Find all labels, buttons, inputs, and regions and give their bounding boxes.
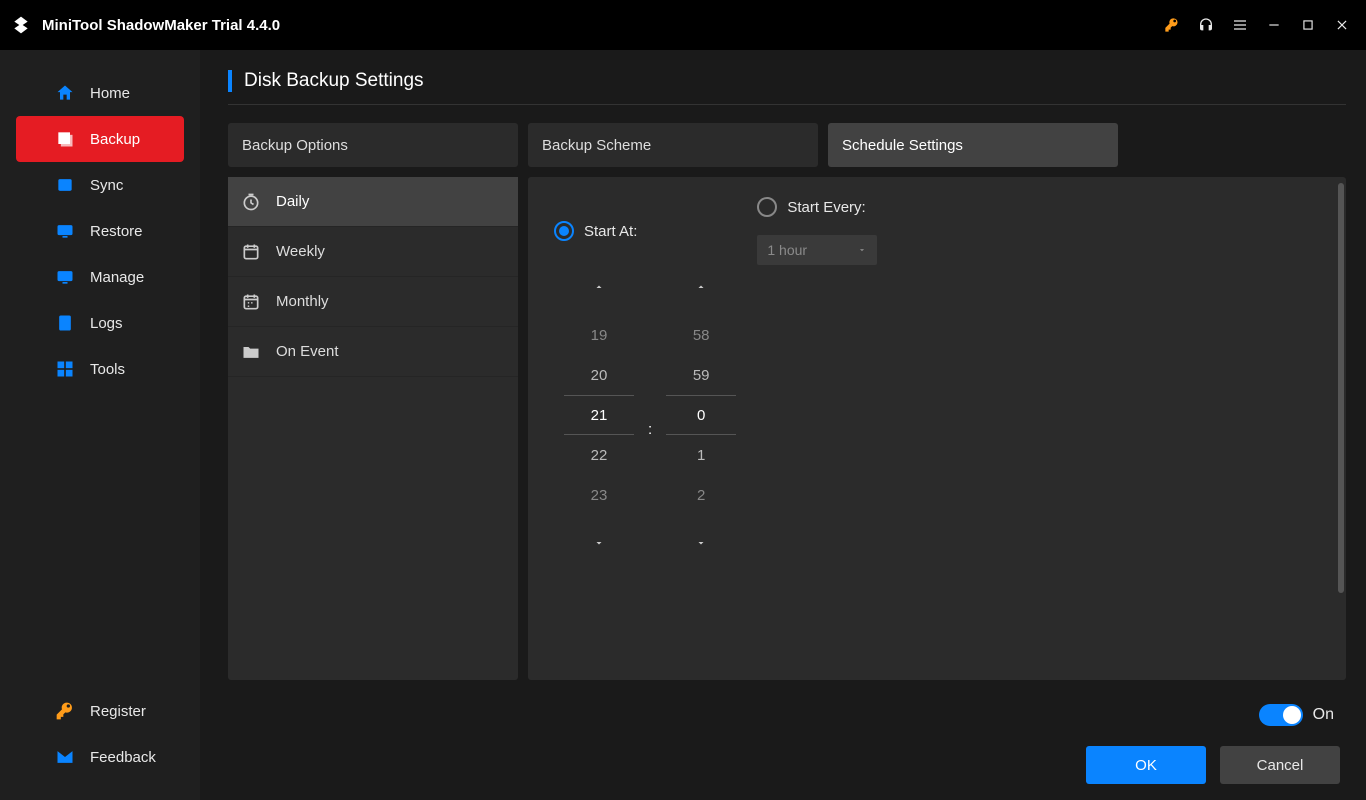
radio-icon (757, 197, 777, 217)
minute-option[interactable]: 59 (693, 355, 710, 395)
sidebar-item-label: Home (90, 85, 130, 102)
freq-on-event[interactable]: On Event (228, 327, 518, 377)
minute-spinner[interactable]: 58 59 0 1 2 (656, 275, 746, 555)
chevron-down-icon[interactable] (554, 531, 644, 555)
title-accent-bar (228, 70, 232, 92)
chevron-down-icon[interactable] (656, 531, 746, 555)
hour-option[interactable]: 19 (591, 315, 608, 355)
tab-backup-options[interactable]: Backup Options (228, 123, 518, 167)
freq-label: Monthly (276, 293, 329, 310)
sidebar-item-label: Logs (90, 315, 123, 332)
sidebar-item-label: Register (90, 703, 146, 720)
chevron-up-icon[interactable] (554, 275, 644, 299)
hour-selected[interactable]: 21 (564, 395, 634, 435)
close-button[interactable] (1328, 11, 1356, 39)
tools-icon (54, 358, 76, 380)
radio-start-at[interactable]: Start At: (554, 221, 637, 241)
sidebar-item-tools[interactable]: Tools (16, 346, 184, 392)
chevron-up-icon[interactable] (656, 275, 746, 299)
maximize-button[interactable] (1294, 11, 1322, 39)
calendar-week-icon (240, 241, 262, 263)
sync-icon (54, 174, 76, 196)
time-colon: : (644, 421, 656, 438)
menu-icon[interactable] (1226, 11, 1254, 39)
sidebar-item-label: Manage (90, 269, 144, 286)
toggle-label: On (1313, 706, 1334, 724)
sidebar-item-logs[interactable]: Logs (16, 300, 184, 346)
minute-option[interactable]: 58 (693, 315, 710, 355)
app-title: MiniTool ShadowMaker Trial 4.4.0 (42, 17, 280, 34)
key-icon (54, 700, 76, 722)
minute-option[interactable]: 2 (697, 475, 705, 515)
hour-option[interactable]: 20 (591, 355, 608, 395)
sidebar-item-home[interactable]: Home (16, 70, 184, 116)
sidebar-item-label: Backup (90, 131, 140, 148)
sidebar-item-register[interactable]: Register (16, 688, 184, 734)
sidebar-item-label: Feedback (90, 749, 156, 766)
schedule-toggle[interactable] (1259, 704, 1303, 726)
logs-icon (54, 312, 76, 334)
sidebar-item-manage[interactable]: Manage (16, 254, 184, 300)
start-every-select: 1 hour (757, 235, 877, 265)
minimize-button[interactable] (1260, 11, 1288, 39)
sidebar-item-label: Tools (90, 361, 125, 378)
freq-daily[interactable]: Daily (228, 177, 518, 227)
chevron-down-icon (857, 245, 867, 255)
hour-spinner[interactable]: 19 20 21 22 23 (554, 275, 644, 555)
restore-icon (54, 220, 76, 242)
time-spinner: 19 20 21 22 23 : 58 (554, 275, 1320, 555)
support-icon[interactable] (1192, 11, 1220, 39)
radio-icon (554, 221, 574, 241)
sidebar-item-label: Sync (90, 177, 123, 194)
titlebar: MiniTool ShadowMaker Trial 4.4.0 (0, 0, 1366, 50)
page-title-wrap: Disk Backup Settings (228, 70, 1346, 105)
cancel-button[interactable]: Cancel (1220, 746, 1340, 784)
mail-icon (54, 746, 76, 768)
tab-schedule-settings[interactable]: Schedule Settings (828, 123, 1118, 167)
sidebar-item-feedback[interactable]: Feedback (16, 734, 184, 780)
sidebar-item-label: Restore (90, 223, 143, 240)
settings-tabs: Backup Options Backup Scheme Schedule Se… (228, 123, 1346, 167)
radio-label: Start At: (584, 223, 637, 240)
backup-icon (54, 128, 76, 150)
manage-icon (54, 266, 76, 288)
content-area: Disk Backup Settings Backup Options Back… (200, 50, 1366, 800)
button-row: OK Cancel (228, 740, 1346, 790)
sidebar-item-sync[interactable]: Sync (16, 162, 184, 208)
freq-label: Weekly (276, 243, 325, 260)
sidebar-item-restore[interactable]: Restore (16, 208, 184, 254)
page-title: Disk Backup Settings (244, 70, 424, 92)
ok-button[interactable]: OK (1086, 746, 1206, 784)
key-icon[interactable] (1158, 11, 1186, 39)
app-logo-icon (10, 14, 32, 36)
freq-label: Daily (276, 193, 309, 210)
select-value: 1 hour (767, 242, 807, 258)
home-icon (54, 82, 76, 104)
config-pane: Start At: Start Every: 1 hour (528, 177, 1346, 680)
freq-weekly[interactable]: Weekly (228, 227, 518, 277)
calendar-month-icon (240, 291, 262, 313)
frequency-pane: Daily Weekly Monthly On Event (228, 177, 518, 680)
freq-monthly[interactable]: Monthly (228, 277, 518, 327)
minute-option[interactable]: 1 (697, 435, 705, 475)
clock-icon (240, 191, 262, 213)
minute-selected[interactable]: 0 (666, 395, 736, 435)
sidebar: Home Backup Sync Restore Manage Logs (0, 50, 200, 800)
scrollbar[interactable] (1338, 183, 1344, 593)
radio-label: Start Every: (787, 199, 865, 216)
radio-start-every[interactable]: Start Every: (757, 197, 877, 217)
schedule-toggle-wrap: On (1259, 704, 1334, 726)
folder-icon (240, 341, 262, 363)
sidebar-item-backup[interactable]: Backup (16, 116, 184, 162)
freq-label: On Event (276, 343, 339, 360)
hour-option[interactable]: 23 (591, 475, 608, 515)
hour-option[interactable]: 22 (591, 435, 608, 475)
tab-backup-scheme[interactable]: Backup Scheme (528, 123, 818, 167)
